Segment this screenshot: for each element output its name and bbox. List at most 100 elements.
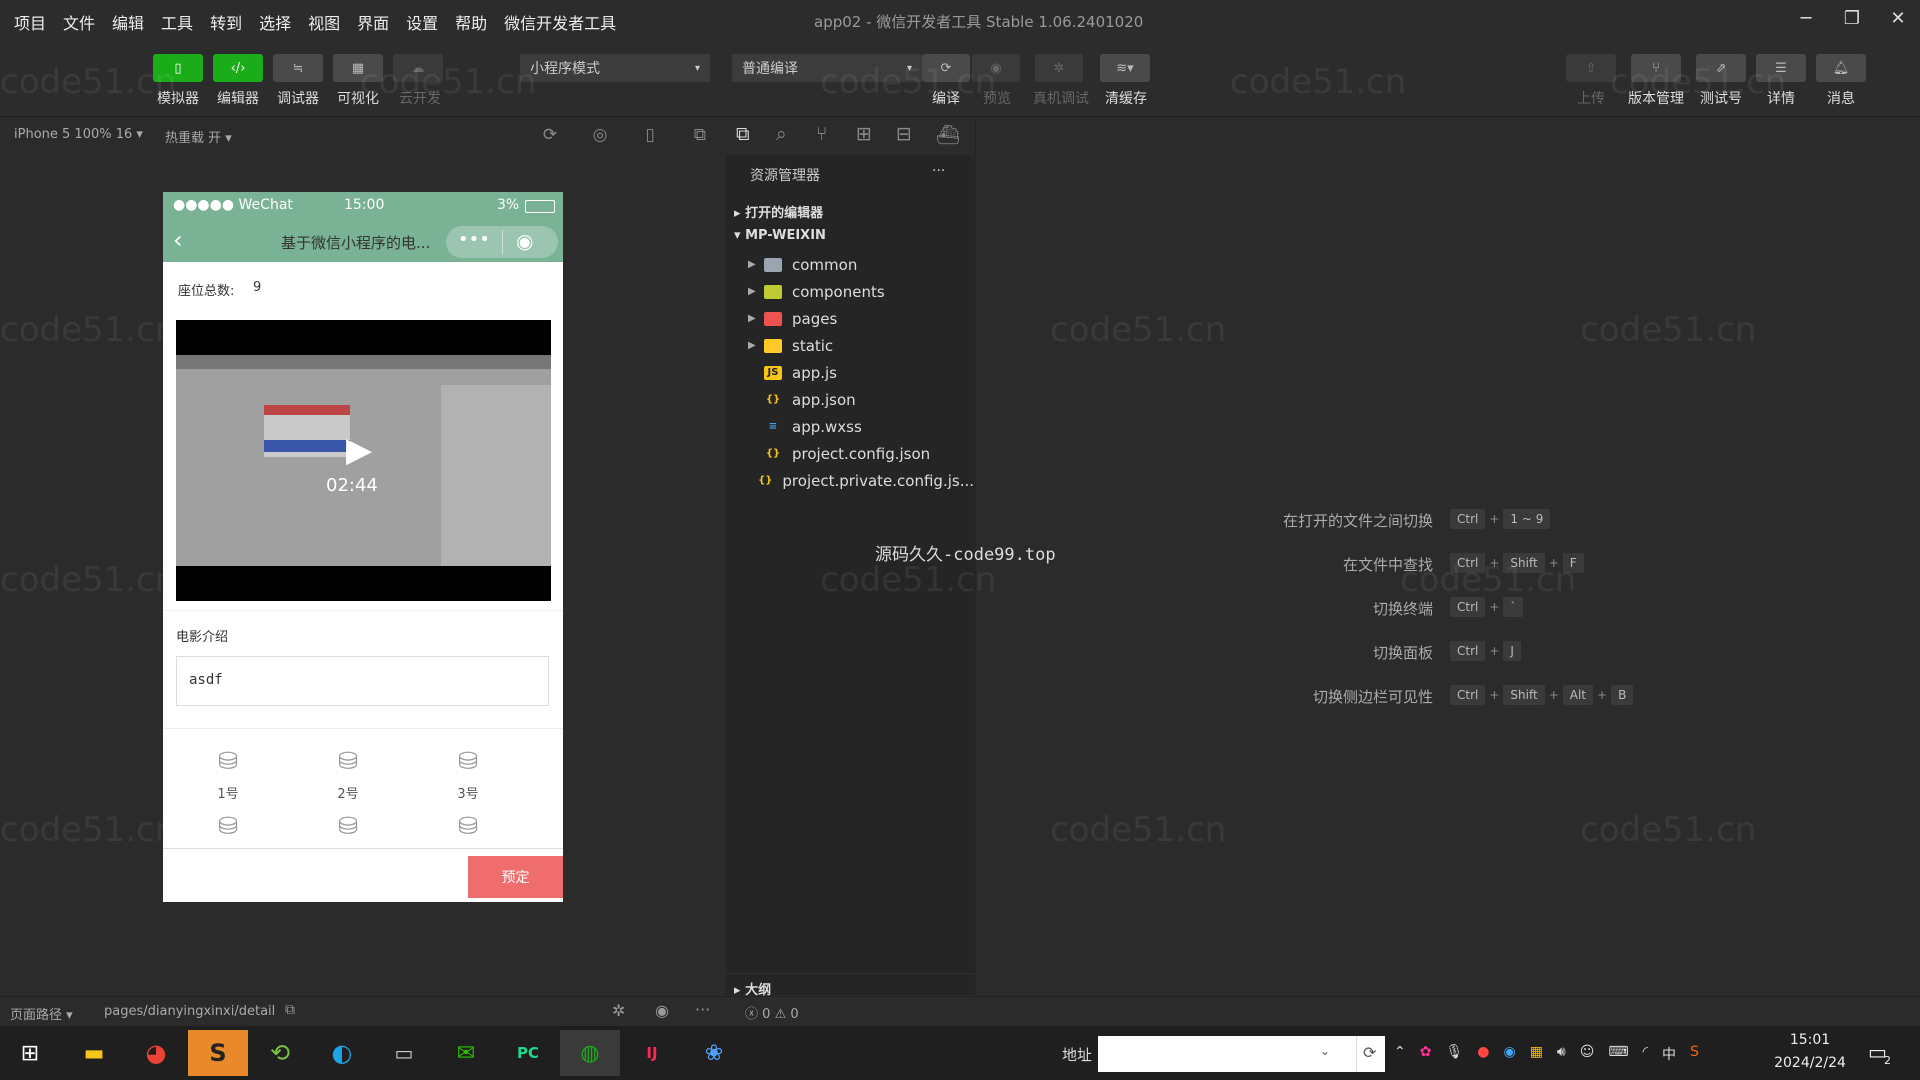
- sublime-icon[interactable]: S: [188, 1030, 248, 1076]
- version-button[interactable]: ⑂: [1631, 54, 1681, 82]
- details-button[interactable]: ☰: [1756, 54, 1806, 82]
- device-select[interactable]: iPhone 5 100% 16 ▾: [14, 127, 143, 142]
- compile-button[interactable]: ⟳: [922, 54, 970, 82]
- hotreload-toggle[interactable]: 热重载 开 ▾: [165, 127, 232, 146]
- menu-settings[interactable]: 设置: [406, 10, 438, 34]
- menu-select[interactable]: 选择: [259, 10, 291, 34]
- tree-folder-common[interactable]: ▶ common: [748, 251, 974, 278]
- close-icon[interactable]: ✕: [1886, 8, 1910, 29]
- tree-folder-static[interactable]: ▶ static: [748, 332, 974, 359]
- simulator-button[interactable]: ▯: [153, 54, 203, 82]
- docker-icon[interactable]: ⛴: [936, 123, 960, 146]
- copy-icon[interactable]: ⧉: [285, 1002, 295, 1018]
- tree-folder-pages[interactable]: ▶ pages: [748, 305, 974, 332]
- seat-icon[interactable]: ⛁: [328, 812, 368, 840]
- tray-grid-icon[interactable]: ▦: [1530, 1044, 1543, 1064]
- messages-button[interactable]: 🔔︎: [1816, 54, 1866, 82]
- page-path-select[interactable]: 页面路径 ▾: [10, 1004, 73, 1023]
- menu-file[interactable]: 文件: [63, 10, 95, 34]
- terminal-icon[interactable]: ▭: [384, 1033, 424, 1073]
- seat-icon[interactable]: ⛁: [208, 747, 248, 775]
- intro-textarea[interactable]: asdf: [176, 656, 549, 706]
- reserve-button[interactable]: 预定: [468, 856, 563, 898]
- tray-input-icon[interactable]: ⌨: [1608, 1044, 1628, 1064]
- minimize-icon[interactable]: ─: [1794, 8, 1818, 29]
- wifi-icon[interactable]: ◜: [1643, 1044, 1648, 1064]
- tree-file-appwxss[interactable]: ≡ app.wxss: [748, 413, 974, 440]
- edge-icon[interactable]: ◐: [322, 1033, 362, 1073]
- qq-icon[interactable]: ☺: [1580, 1044, 1595, 1064]
- upload-button[interactable]: ⇧: [1566, 54, 1616, 82]
- files-icon[interactable]: ⧉: [736, 123, 750, 145]
- tree-file-projectprivate[interactable]: {} project.private.config.js...: [748, 467, 974, 494]
- seat-icon[interactable]: ⛁: [448, 747, 488, 775]
- git-icon[interactable]: ⑂: [816, 123, 827, 145]
- chrome-icon[interactable]: ◕: [136, 1033, 176, 1073]
- test-button[interactable]: ⇗: [1696, 54, 1746, 82]
- cloud-button[interactable]: ☁: [393, 54, 443, 82]
- tree-file-projectconfig[interactable]: {} project.config.json: [748, 440, 974, 467]
- wechat-devtools-icon[interactable]: ◍: [560, 1030, 620, 1076]
- tray-record-icon[interactable]: ●: [1477, 1044, 1489, 1064]
- menu-interface[interactable]: 界面: [357, 10, 389, 34]
- menu-view[interactable]: 视图: [308, 10, 340, 34]
- more-icon[interactable]: ···: [932, 163, 945, 179]
- tray-app-icon[interactable]: ✿: [1420, 1044, 1432, 1064]
- tree-file-appjs[interactable]: JS app.js: [748, 359, 974, 386]
- clock-time[interactable]: 15:01: [1770, 1032, 1850, 1048]
- popout-icon[interactable]: ⧉: [689, 125, 711, 145]
- play-icon[interactable]: ▶: [346, 430, 372, 470]
- address-input[interactable]: ⌄: [1098, 1036, 1384, 1072]
- refresh-app-icon[interactable]: ⟲: [260, 1033, 300, 1073]
- close-capsule-icon[interactable]: ◉: [516, 229, 533, 253]
- menu-devtools[interactable]: 微信开发者工具: [504, 10, 616, 34]
- clear-cache-button[interactable]: ≋▾: [1100, 54, 1150, 82]
- wechat-icon[interactable]: ✉: [446, 1033, 486, 1073]
- pycharm-icon[interactable]: PC: [508, 1033, 548, 1073]
- tray-browser-icon[interactable]: ◉: [1503, 1044, 1515, 1064]
- windows-start-icon[interactable]: ⊞: [10, 1033, 50, 1073]
- microphone-icon[interactable]: 🎙︎: [1445, 1044, 1463, 1064]
- debugger-button[interactable]: ≒: [273, 54, 323, 82]
- editor-button[interactable]: ‹/›: [213, 54, 263, 82]
- back-icon[interactable]: ‹: [173, 226, 183, 254]
- tree-file-appjson[interactable]: {} app.json: [748, 386, 974, 413]
- menu-project[interactable]: 项目: [14, 10, 46, 34]
- colorful-app-icon[interactable]: ❀: [694, 1033, 734, 1073]
- intellij-icon[interactable]: IJ: [632, 1033, 672, 1073]
- address-refresh-button[interactable]: ⟳: [1356, 1036, 1385, 1072]
- more-icon[interactable]: ···: [695, 1000, 710, 1019]
- remote-debug-button[interactable]: ✲: [1035, 54, 1083, 82]
- volume-icon[interactable]: 🔊︎: [1557, 1044, 1566, 1064]
- seat-icon[interactable]: ⛁: [448, 812, 488, 840]
- sogou-icon[interactable]: S: [1690, 1044, 1699, 1064]
- tree-folder-components[interactable]: ▶ components: [748, 278, 974, 305]
- seat-icon[interactable]: ⛁: [328, 747, 368, 775]
- search-icon[interactable]: ⌕: [776, 123, 787, 145]
- menu-goto[interactable]: 转到: [210, 10, 242, 34]
- extensions-icon[interactable]: ⊞: [856, 123, 872, 145]
- open-editors-section[interactable]: ▸ 打开的编辑器: [734, 202, 823, 221]
- bug-icon[interactable]: ✲: [612, 1001, 625, 1020]
- project-root[interactable]: ▾ MP-WEIXIN: [734, 228, 826, 243]
- preview-button[interactable]: ◉: [972, 54, 1020, 82]
- visual-button[interactable]: ▦: [333, 54, 383, 82]
- errors-count[interactable]: ⓧ 0 ⚠ 0: [745, 1003, 799, 1022]
- more-dots-icon[interactable]: •••: [458, 229, 490, 250]
- clock-date[interactable]: 2024/2/24: [1763, 1055, 1857, 1071]
- menu-edit[interactable]: 编辑: [112, 10, 144, 34]
- seat-icon[interactable]: ⛁: [208, 812, 248, 840]
- rotate-device-icon[interactable]: ▯: [639, 125, 661, 145]
- file-explorer-icon[interactable]: ▬: [74, 1033, 114, 1073]
- chevron-up-icon[interactable]: ⌃: [1394, 1044, 1406, 1064]
- menu-tools[interactable]: 工具: [161, 10, 193, 34]
- mode-select[interactable]: 小程序模式 ▾: [520, 54, 710, 82]
- restore-icon[interactable]: ❐: [1840, 8, 1864, 29]
- video-player[interactable]: ▶ 02:44: [176, 320, 551, 601]
- eye-icon[interactable]: ◉: [655, 1001, 669, 1020]
- compile-select[interactable]: 普通编译 ▾: [732, 54, 922, 82]
- reload-icon[interactable]: ⟳: [539, 125, 561, 145]
- menu-help[interactable]: 帮助: [455, 10, 487, 34]
- ime-indicator[interactable]: 中: [1662, 1044, 1676, 1064]
- storage-icon[interactable]: ⊟: [896, 123, 912, 145]
